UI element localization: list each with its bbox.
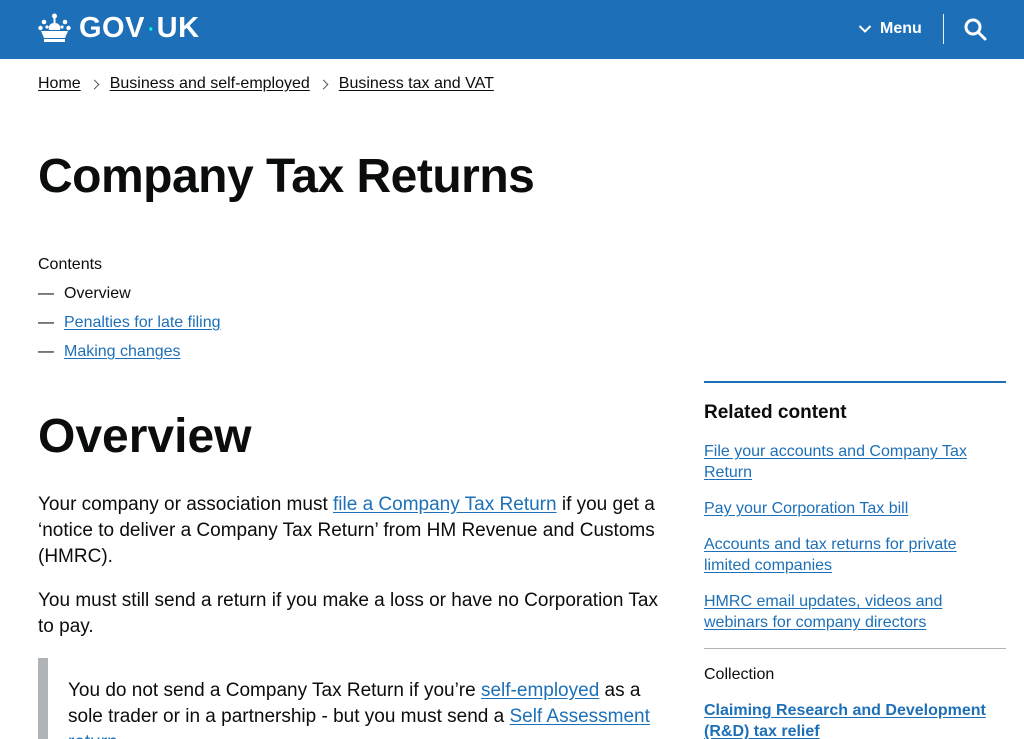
- file-company-tax-return-link[interactable]: file a Company Tax Return: [333, 494, 557, 515]
- contents-link-making-changes[interactable]: Making changes: [64, 342, 181, 362]
- related-link-hmrc-email-updates[interactable]: HMRC email updates, videos and webinars …: [704, 593, 942, 631]
- breadcrumb-chevron-icon: [89, 79, 100, 89]
- contents-dash: —: [38, 343, 54, 360]
- overview-paragraph-2: You must still send a return if you make…: [38, 590, 658, 637]
- search-icon[interactable]: [962, 16, 988, 42]
- contents-item-making-changes: — Making changes: [38, 342, 221, 371]
- crown-icon: [38, 13, 71, 42]
- related-link-file-accounts[interactable]: File your accounts and Company Tax Retur…: [704, 443, 967, 481]
- menu-label: Menu: [880, 20, 922, 37]
- breadcrumb: Home Business and self-employed Business…: [38, 75, 494, 93]
- breadcrumb-home[interactable]: Home: [38, 75, 81, 93]
- related-links-list: File your accounts and Company Tax Retur…: [704, 441, 1006, 633]
- related-link-pay-corporation-tax[interactable]: Pay your Corporation Tax bill: [704, 500, 908, 517]
- p1-text-before: Your company or association must: [38, 494, 334, 515]
- overview-paragraph-1: Your company or association must file a …: [38, 492, 658, 570]
- contents-label: Contents: [38, 256, 103, 273]
- related-item: Accounts and tax returns for private lim…: [704, 534, 1006, 576]
- chevron-down-icon: [858, 25, 872, 33]
- collection-label: Collection: [704, 666, 775, 683]
- breadcrumb-chevron-icon: [318, 79, 329, 89]
- related-item: HMRC email updates, videos and webinars …: [704, 591, 1006, 633]
- header-divider: [943, 14, 944, 44]
- inset-text-before: You do not send a Company Tax Return if …: [68, 680, 481, 701]
- breadcrumb-business-tax-vat[interactable]: Business tax and VAT: [339, 75, 494, 93]
- related-link-accounts-private-limited[interactable]: Accounts and tax returns for private lim…: [704, 536, 957, 574]
- related-item: Pay your Corporation Tax bill: [704, 498, 1006, 519]
- related-content-sidebar: Related content File your accounts and C…: [704, 381, 1006, 739]
- self-employed-link[interactable]: self-employed: [481, 680, 599, 701]
- contents-list: — Overview — Penalties for late filing —…: [38, 284, 221, 371]
- related-item: File your accounts and Company Tax Retur…: [704, 441, 1006, 483]
- collection-item: Claiming Research and Development (R&D) …: [704, 700, 1006, 739]
- contents-item-label: Overview: [64, 285, 131, 302]
- logo-text-uk: UK: [156, 12, 200, 44]
- related-content-heading: Related content: [704, 402, 847, 423]
- contents-item-penalties: — Penalties for late filing: [38, 313, 221, 342]
- sidebar-divider: [704, 648, 1006, 649]
- logo-dot: ·: [145, 11, 156, 44]
- collection-link-rd-tax-relief[interactable]: Claiming Research and Development (R&D) …: [704, 702, 986, 739]
- page-title: Company Tax Returns: [38, 150, 535, 203]
- inset-text: You do not send a Company Tax Return if …: [38, 658, 658, 739]
- overview-heading: Overview: [38, 410, 252, 463]
- logo-text-gov: GOV: [79, 12, 145, 44]
- contents-item-overview: — Overview: [38, 284, 221, 313]
- menu-button[interactable]: Menu: [858, 15, 922, 43]
- contents-dash: —: [38, 314, 54, 331]
- contents-dash: —: [38, 285, 54, 302]
- contents-link-penalties[interactable]: Penalties for late filing: [64, 313, 221, 333]
- breadcrumb-business-self-employed[interactable]: Business and self-employed: [110, 75, 310, 93]
- govuk-logo-link[interactable]: GOV · UK: [38, 12, 200, 44]
- site-header: GOV · UK Menu: [0, 0, 1024, 59]
- inset-text-after: .: [118, 732, 123, 739]
